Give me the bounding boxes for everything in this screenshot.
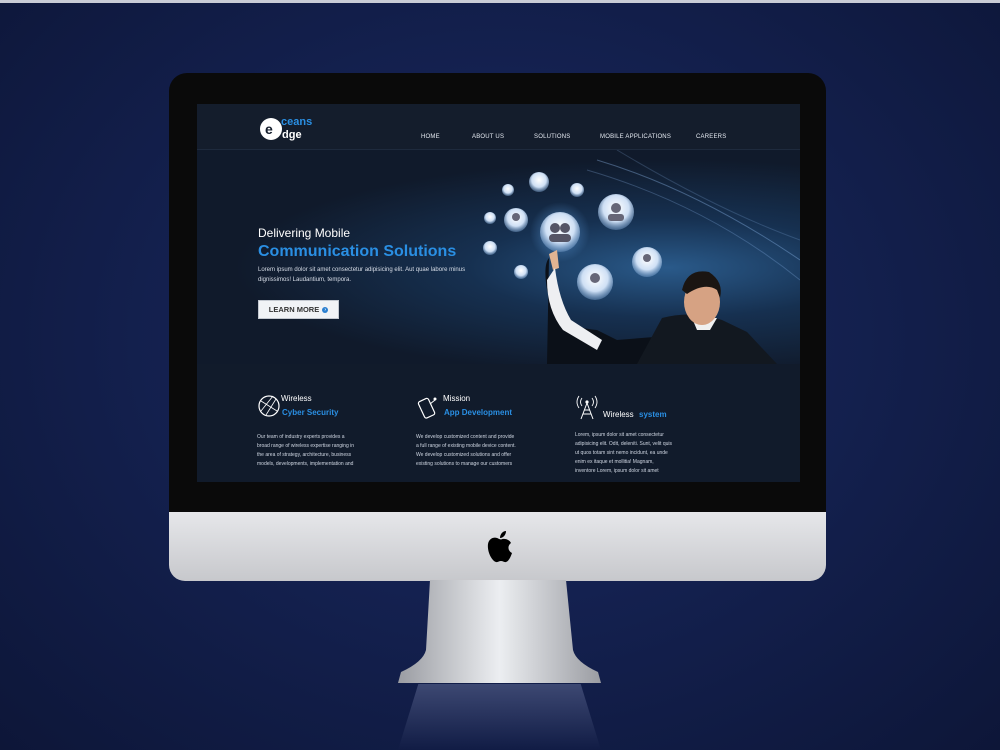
feature-title-a: Wireless [603, 410, 634, 419]
social-bubbles-icon [483, 172, 662, 300]
feature-title-b: App Development [444, 408, 513, 417]
arrow-right-icon: › [322, 306, 329, 313]
hero-title-line1: Delivering Mobile [258, 226, 351, 240]
top-edge-line [0, 0, 1000, 3]
nav-about-us[interactable]: ABOUT US [472, 134, 504, 140]
apple-logo-icon [487, 531, 512, 563]
svg-text:e: e [265, 121, 273, 137]
feature-description: Our team of industry experts provides a … [257, 434, 354, 467]
hero-description: Lorem ipsum dolor sit amet consectetur a… [258, 267, 466, 283]
brand-logo[interactable]: e ceans dge [259, 110, 329, 144]
feature-description: We develop customized content and provid… [416, 434, 516, 467]
nav-home[interactable]: HOME [421, 134, 440, 140]
stand-reflection [398, 684, 601, 750]
hero-illustration [483, 150, 800, 364]
feature-description: Lorem, ipsum dolor sit amet consectetur … [575, 432, 672, 474]
nav-solutions[interactable]: SOLUTIONS [534, 134, 570, 140]
antenna-tower-icon [576, 395, 598, 420]
svg-text:ceans: ceans [281, 116, 312, 128]
businessman-photo [545, 250, 777, 364]
features-section: Wireless Cyber Security Our team of indu… [197, 365, 800, 482]
learn-more-button[interactable]: LEARN MORE › [258, 300, 339, 319]
monitor-stand [398, 580, 601, 683]
hero-title-line2: Communication Solutions [258, 243, 457, 260]
nav-careers[interactable]: CAREERS [696, 134, 726, 140]
site-header: e ceans dge HOME ABOUT US SOLUTIONS MOBI… [197, 104, 800, 150]
svg-text:dge: dge [282, 129, 302, 141]
mobile-app-icon [417, 397, 437, 419]
feature-title-b: system [639, 410, 667, 419]
feature-title-a: Mission [443, 394, 471, 403]
feature-title-a: Wireless [281, 394, 312, 403]
learn-more-label: LEARN MORE [268, 305, 320, 314]
feature-title-b: Cyber Security [282, 408, 339, 417]
website-screen: e ceans dge HOME ABOUT US SOLUTIONS MOBI… [197, 104, 800, 482]
nav-mobile-applications[interactable]: MOBILE APPLICATIONS [600, 134, 671, 140]
hero-banner: Delivering Mobile Communication Solution… [197, 150, 800, 364]
globe-icon [258, 395, 280, 417]
